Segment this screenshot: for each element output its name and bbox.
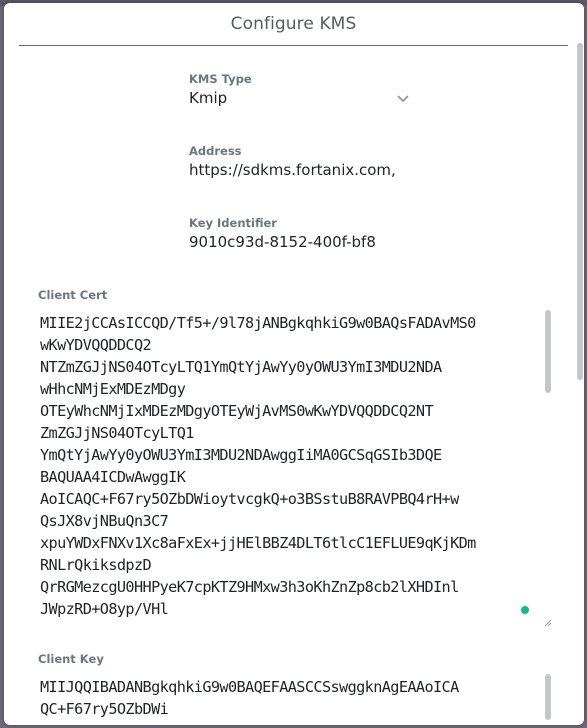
client-cert-line: wHhcNMjExMDEzMDgy (40, 380, 186, 398)
client-key-line: MIIJQQIBADANBgkqhkiG9w0BAQEFAASCCSswggkn… (40, 678, 459, 696)
client-key-field: Client Key MIIJQQIBADANBgkqhkiG9w0BAQEFA… (38, 652, 551, 720)
client-key-text[interactable]: MIIJQQIBADANBgkqhkiG9w0BAQEFAASCCSswggkn… (38, 676, 536, 720)
client-cert-line: OTEyWhcNMjIxMDEzMDgyOTEyWjAvMS0wKwYDVQQD… (40, 402, 434, 420)
client-cert-line: wKwYDVQQDDCQ2 (40, 336, 152, 354)
chevron-down-icon[interactable] (395, 92, 411, 104)
grammar-status-icon (521, 606, 529, 614)
client-cert-line: ZmZGJjNS04OTcyLTQ1 (40, 424, 194, 442)
client-cert-line: AoICAQC+F67ry5OZbDWioytvcgkQ+o3BSstuB8RA… (40, 490, 459, 508)
client-key-textarea[interactable]: MIIJQQIBADANBgkqhkiG9w0BAQEFAASCCSswggkn… (38, 674, 551, 720)
configure-kms-dialog: Configure KMS KMS Type Kmip Address http… (4, 3, 584, 725)
key-identifier-field: Key Identifier 9010c93d-8152-400f-bf8 (189, 216, 403, 252)
client-cert-line: QrRGMezcgU0HHPyeK7cpKTZ9HMxw3h3oKhZnZp8c… (40, 578, 459, 596)
dialog-scrollbar[interactable] (577, 43, 583, 380)
client-cert-line: NTZmZGJjNS04OTcyLTQ1YmQtYjAwYy0yOWU3YmI3… (40, 358, 442, 376)
client-cert-line: QsJX8vjNBuQn3C7 (40, 512, 169, 530)
kms-type-value[interactable]: Kmip (189, 88, 397, 108)
client-key-label: Client Key (38, 652, 104, 666)
client-key-scrollbar[interactable] (545, 674, 551, 720)
client-cert-textarea[interactable]: MIIE2jCCAsICCQD/Tf5+/9l78jANBgkqhkiG9w0B… (38, 310, 551, 626)
address-field: Address https://sdkms.fortanix.com, (189, 144, 403, 180)
client-cert-line: xpuYWDxFNXv1Xc8aFxEx+jjHElBBZ4DLT6tlcC1E… (40, 534, 476, 552)
client-cert-line: RNLrQkiksdpzD (40, 556, 152, 574)
kms-type-label: KMS Type (189, 72, 252, 86)
client-cert-line: JWpzRD+O8yp/VHl (40, 600, 169, 618)
client-key-line: QC+F67ry5OZbDWi (40, 700, 169, 718)
client-cert-line: BAQUAA4ICDwAwggIK (40, 468, 186, 486)
client-cert-line: YmQtYjAwYy0yOWU3YmI3MDU2NDAwggIiMA0GCSqG… (40, 446, 442, 464)
client-cert-line: MIIE2jCCAsICCQD/Tf5+/9l78jANBgkqhkiG9w0B… (40, 314, 476, 332)
key-identifier-label: Key Identifier (189, 216, 277, 230)
client-cert-text[interactable]: MIIE2jCCAsICCQD/Tf5+/9l78jANBgkqhkiG9w0B… (38, 312, 536, 620)
dialog-title: Configure KMS (230, 14, 357, 34)
address-input[interactable]: https://sdkms.fortanix.com, (189, 160, 397, 180)
client-cert-field: Client Cert MIIE2jCCAsICCQD/Tf5+/9l78jAN… (38, 288, 551, 626)
kms-type-select[interactable]: KMS Type Kmip (189, 72, 409, 108)
resize-handle-icon[interactable] (545, 620, 551, 626)
client-cert-scrollbar[interactable] (545, 310, 551, 393)
address-label: Address (189, 144, 242, 158)
dialog-header: Configure KMS (19, 3, 568, 46)
key-identifier-input[interactable]: 9010c93d-8152-400f-bf8 (189, 232, 389, 252)
client-cert-label: Client Cert (38, 288, 108, 302)
